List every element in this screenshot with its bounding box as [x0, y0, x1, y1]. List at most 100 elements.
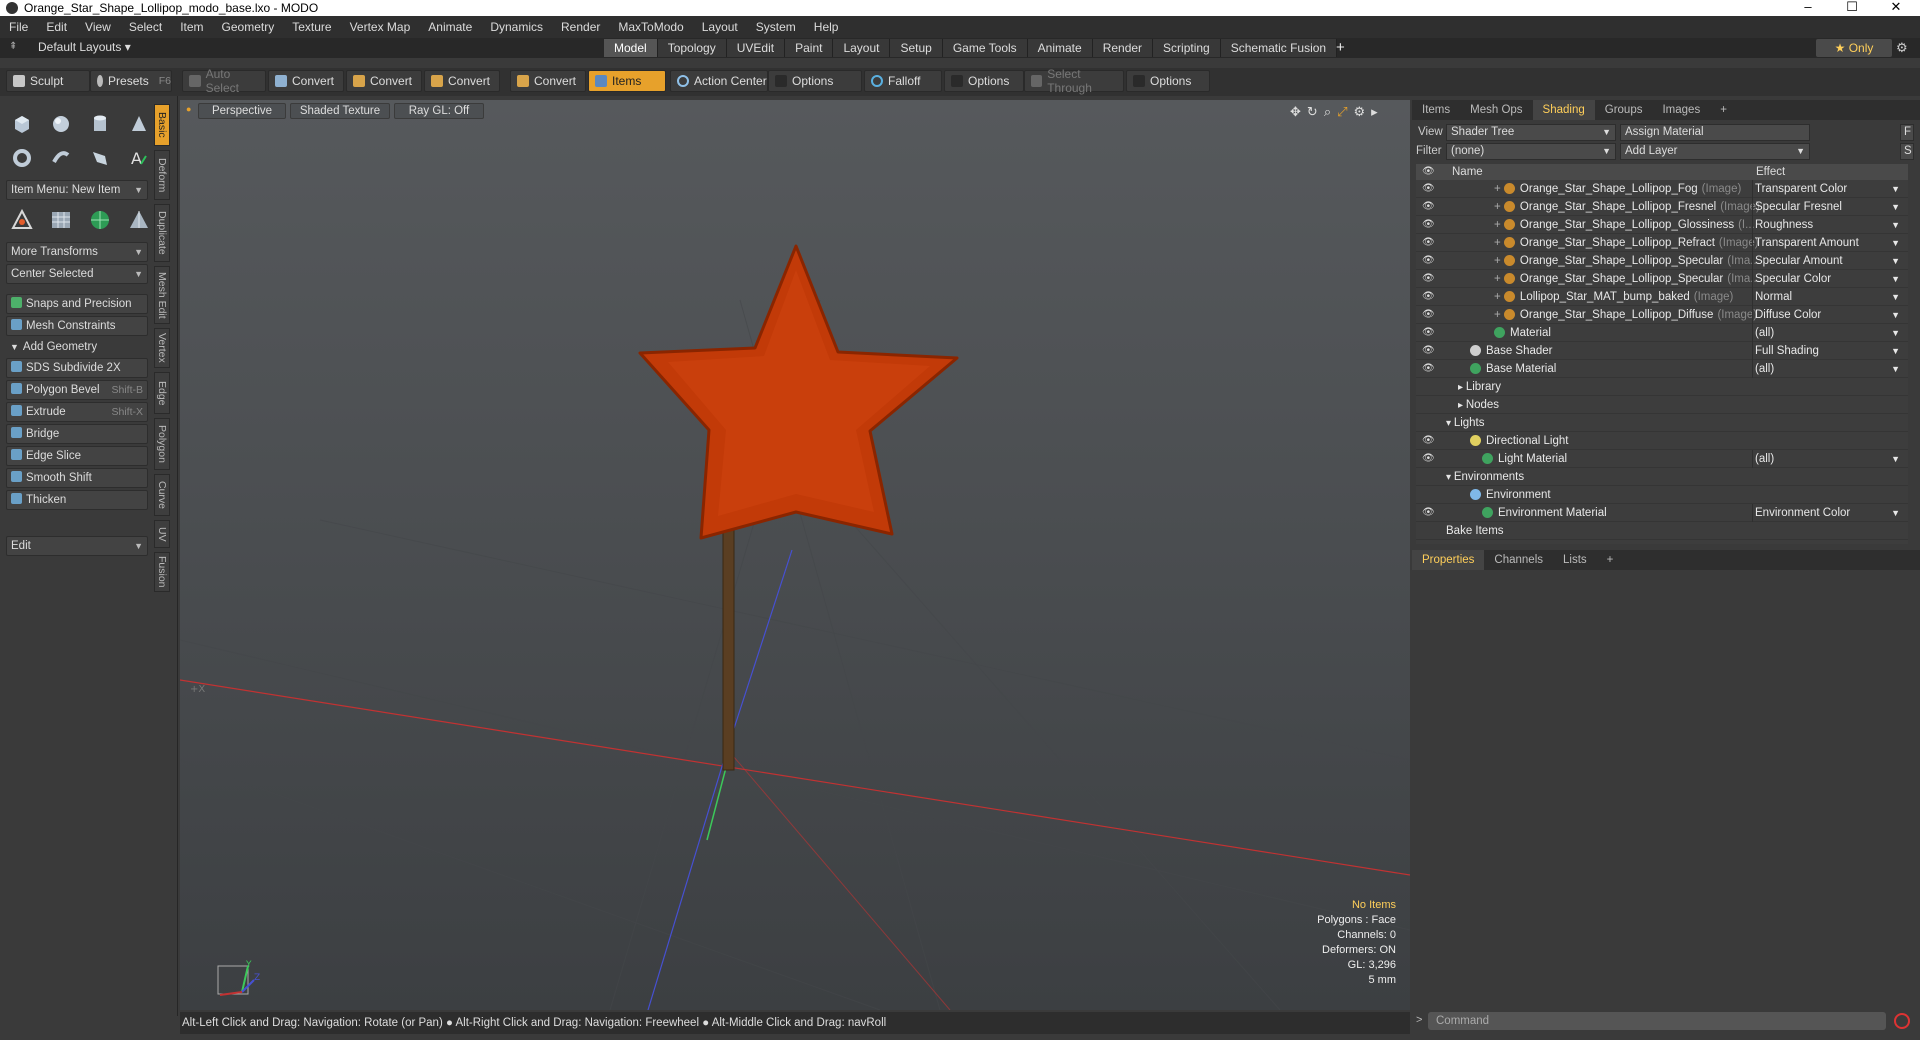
items-mode-button[interactable]: Items	[588, 70, 666, 92]
pyramid-icon[interactable]	[123, 204, 155, 236]
vtab-duplicate[interactable]: Duplicate	[154, 204, 170, 262]
pen-icon[interactable]	[84, 142, 116, 174]
expand-arrow-icon[interactable]: ▸	[1458, 400, 1466, 411]
effect-cell[interactable]: Transparent Amount ▼	[1752, 234, 1904, 252]
add-tab-button[interactable]: +	[1336, 39, 1345, 56]
visibility-eye-icon[interactable]: 👁	[1422, 288, 1435, 306]
tab-game-tools[interactable]: Game Tools	[942, 39, 1028, 57]
tube-icon[interactable]	[45, 142, 77, 174]
view-dropdown[interactable]: Shader Tree ▼	[1446, 124, 1616, 141]
tree-row[interactable]: 👁 Base Material (all) ▼	[1416, 360, 1908, 378]
action-center-button[interactable]: Action Center	[670, 70, 768, 92]
tab-uvedit[interactable]: UVEdit	[726, 39, 786, 57]
options-button-2[interactable]: Options	[944, 70, 1024, 92]
transform-icon[interactable]	[6, 204, 38, 236]
torus-icon[interactable]	[6, 142, 38, 174]
perspective-button[interactable]: Perspective	[198, 103, 286, 119]
cylinder-icon[interactable]	[84, 108, 116, 140]
tree-row[interactable]: 👁 + Orange_Star_Shape_Lollipop_Glossiness…	[1416, 216, 1908, 234]
tab-scripting[interactable]: Scripting	[1153, 39, 1221, 57]
tree-row[interactable]: 👁 Material (all) ▼	[1416, 324, 1908, 342]
expand-arrow-icon[interactable]: ▾	[1446, 418, 1454, 429]
tab-groups[interactable]: Groups	[1595, 100, 1653, 120]
tree-row[interactable]: ▾ Lights	[1416, 414, 1908, 432]
tab-schematic-fusion[interactable]: Schematic Fusion	[1220, 39, 1338, 57]
expand-plus-icon[interactable]: +	[1494, 273, 1504, 285]
tool-thicken[interactable]: Thicken	[6, 490, 148, 510]
tab-animate[interactable]: Animate	[1027, 39, 1093, 57]
menu-select[interactable]: Select	[120, 20, 171, 34]
tab-layout[interactable]: Layout	[833, 39, 891, 57]
menu-edit[interactable]: Edit	[37, 20, 76, 34]
grid-icon[interactable]	[45, 204, 77, 236]
gear-icon[interactable]: ⚙	[1896, 40, 1908, 56]
visibility-eye-icon[interactable]: 👁	[1422, 180, 1435, 198]
tab-shading[interactable]: Shading	[1532, 100, 1595, 120]
effect-column-header[interactable]: Effect	[1756, 164, 1785, 180]
pan-icon[interactable]: ✥	[1290, 104, 1301, 120]
tree-row[interactable]: ▸ Nodes	[1416, 396, 1908, 414]
maximize-button[interactable]: ☐	[1832, 0, 1872, 16]
menu-animate[interactable]: Animate	[419, 20, 481, 34]
menu-file[interactable]: File	[0, 20, 37, 34]
shaded-texture-button[interactable]: Shaded Texture	[290, 103, 390, 119]
tree-row[interactable]: 👁 Light Material (all) ▼	[1416, 450, 1908, 468]
presets-button[interactable]: Presets F6	[90, 70, 172, 92]
filter-dropdown[interactable]: (none) ▼	[1446, 143, 1616, 160]
tree-row[interactable]: 👁 + Orange_Star_Shape_Lollipop_Refract (Im…	[1416, 234, 1908, 252]
visibility-eye-icon[interactable]: 👁	[1422, 360, 1435, 378]
tab-add[interactable]: +	[1597, 550, 1624, 570]
tool-polygon-bevel[interactable]: Polygon Bevel Shift-B	[6, 380, 148, 400]
expand-arrow-icon[interactable]: ▸	[1458, 382, 1466, 393]
visibility-eye-icon[interactable]: 👁	[1422, 234, 1435, 252]
item-menu-dropdown[interactable]: Item Menu: New Item ▼	[6, 180, 148, 200]
tree-row[interactable]: 👁 Base Shader Full Shading ▼	[1416, 342, 1908, 360]
edit-dropdown[interactable]: Edit ▼	[6, 536, 148, 556]
tab-topology[interactable]: Topology	[657, 39, 727, 57]
viewport-menu-icon[interactable]: ●	[186, 104, 191, 114]
tree-row[interactable]: ▾ Environments	[1416, 468, 1908, 486]
text-icon[interactable]: A	[123, 142, 155, 174]
tree-row[interactable]: ▸ Library	[1416, 378, 1908, 396]
tree-row[interactable]: Environment	[1416, 486, 1908, 504]
f-button[interactable]: F	[1900, 124, 1914, 141]
minimize-button[interactable]: –	[1788, 0, 1828, 16]
vtab-vertex[interactable]: Vertex	[154, 328, 170, 368]
tab-mesh-ops[interactable]: Mesh Ops	[1460, 100, 1532, 120]
tab-setup[interactable]: Setup	[890, 39, 943, 57]
tool-sds-subdivide-2x[interactable]: SDS Subdivide 2X	[6, 358, 148, 378]
tab-properties[interactable]: Properties	[1412, 550, 1485, 570]
effect-cell[interactable]: (all) ▼	[1752, 360, 1904, 378]
add-geometry-header[interactable]: ▼ Add Geometry	[6, 338, 148, 358]
tab-add[interactable]: +	[1710, 100, 1737, 120]
tab-lists[interactable]: Lists	[1553, 550, 1597, 570]
options-checkbox[interactable]	[1133, 75, 1145, 87]
tab-model[interactable]: Model	[604, 39, 658, 57]
vtab-edge[interactable]: Edge	[154, 372, 170, 414]
visibility-eye-icon[interactable]: 👁	[1422, 432, 1435, 450]
name-column-header[interactable]: Name	[1452, 164, 1483, 180]
visibility-eye-icon[interactable]: 👁	[1422, 198, 1435, 216]
options-checkbox[interactable]	[775, 75, 787, 87]
zoom-icon[interactable]: ⌕	[1324, 104, 1331, 120]
tree-row[interactable]: 👁 + Lollipop_Star_MAT_bump_baked (Image) No…	[1416, 288, 1908, 306]
command-record-icon[interactable]	[1894, 1013, 1910, 1029]
tool-bridge[interactable]: Bridge	[6, 424, 148, 444]
layout-arrow-icon[interactable]: ⇞	[9, 41, 17, 52]
effect-cell[interactable]: Full Shading ▼	[1752, 342, 1904, 360]
menu-system[interactable]: System	[747, 20, 805, 34]
expand-plus-icon[interactable]: +	[1494, 291, 1504, 303]
effect-cell[interactable]: Specular Amount ▼	[1752, 252, 1904, 270]
effect-cell[interactable]: (all) ▼	[1752, 324, 1904, 342]
tab-images[interactable]: Images	[1652, 100, 1710, 120]
visibility-eye-icon[interactable]: 👁	[1422, 450, 1435, 468]
tab-items[interactable]: Items	[1412, 100, 1460, 120]
menu-maxtomodo[interactable]: MaxToModo	[609, 20, 692, 34]
convert-button-1[interactable]: Convert	[268, 70, 344, 92]
menu-vertex-map[interactable]: Vertex Map	[341, 20, 420, 34]
tree-row[interactable]: 👁 + Orange_Star_Shape_Lollipop_Specular (I…	[1416, 252, 1908, 270]
visibility-eye-icon[interactable]: 👁	[1422, 216, 1435, 234]
tree-row[interactable]: Bake Items	[1416, 522, 1908, 540]
menu-help[interactable]: Help	[805, 20, 848, 34]
add-layer-dropdown[interactable]: Add Layer ▼	[1620, 143, 1810, 160]
